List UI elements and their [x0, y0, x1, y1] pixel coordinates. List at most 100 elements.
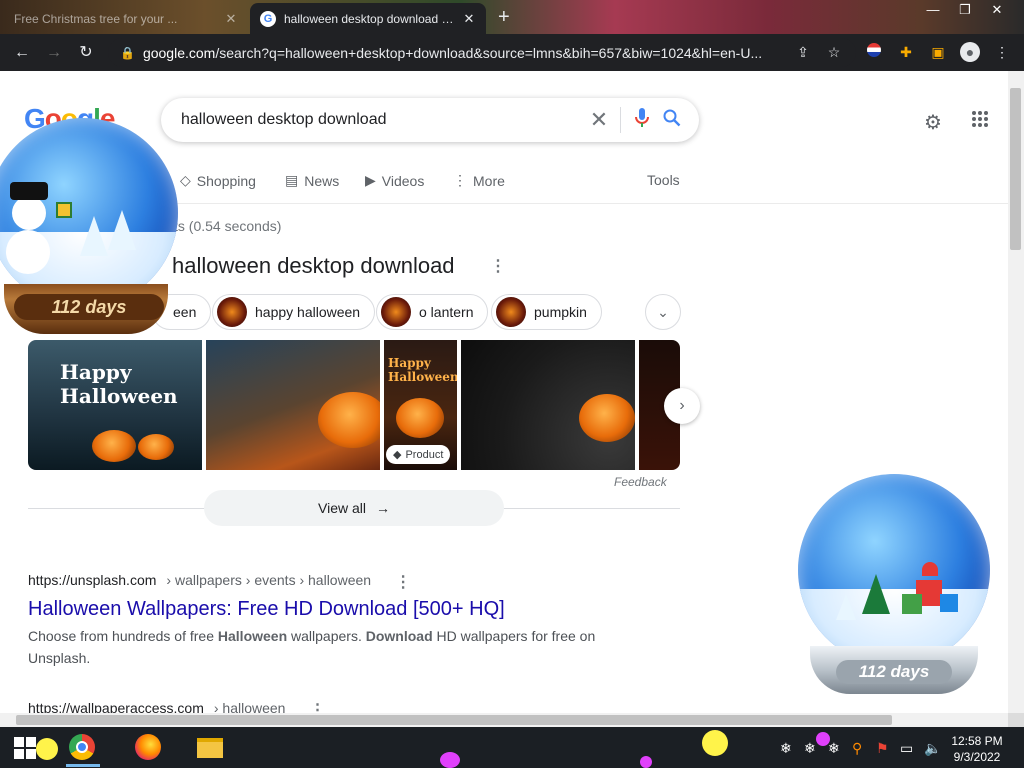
chip-thumbnail	[496, 297, 526, 327]
feedback-link[interactable]: Feedback	[614, 475, 667, 489]
snowman-head-icon	[12, 196, 46, 230]
days-countdown-right: 112 days	[836, 660, 952, 684]
news-icon: ▤	[285, 172, 299, 188]
video-icon: ▶	[365, 172, 376, 188]
tree-icon	[108, 210, 136, 250]
tab-title: halloween desktop download - G	[284, 11, 454, 26]
tools-button[interactable]: Tools	[647, 172, 680, 188]
back-button[interactable]: ←	[11, 42, 33, 64]
firefox-taskbar-icon[interactable]	[134, 734, 162, 762]
network-tray-icon[interactable]: ▭	[900, 740, 913, 757]
pumpkin-icon	[92, 430, 136, 462]
arrow-right-icon: →	[376, 500, 390, 516]
extensions-puzzle-icon[interactable]: ✚	[896, 42, 916, 62]
search-input[interactable]: halloween desktop download	[181, 111, 584, 129]
search-tray-icon[interactable]: ⚲	[852, 740, 862, 757]
chip-thumbnail	[381, 297, 411, 327]
file-explorer-taskbar-icon[interactable]	[196, 734, 224, 762]
vertical-scroll-thumb[interactable]	[1010, 88, 1021, 250]
maximize-button[interactable]: ❐	[950, 2, 980, 20]
lock-icon[interactable]: 🔒	[120, 46, 135, 60]
horizontal-scroll-thumb[interactable]	[16, 715, 892, 725]
result-stats: ts (0.54 seconds)	[174, 218, 282, 234]
tab-news[interactable]: ▤ News	[285, 172, 339, 189]
santa-hat-icon	[922, 562, 938, 576]
snowflake-tray-icon[interactable]: ❄	[828, 740, 840, 757]
bookmark-star-icon[interactable]: ☆	[824, 42, 844, 62]
search-box[interactable]: halloween desktop download ✕	[161, 98, 699, 142]
minimize-button[interactable]: —	[918, 2, 948, 20]
profile-avatar-icon[interactable]: ●	[960, 42, 980, 62]
flag-tray-icon[interactable]: ⚑	[876, 740, 889, 757]
tab-halloween-search[interactable]: G halloween desktop download - G ✕	[250, 3, 486, 34]
address-bar[interactable]: 🔒 google.com/search?q=halloween+desktop+…	[108, 38, 856, 67]
tab-shopping[interactable]: ◇ Shopping	[180, 172, 256, 189]
google-favicon-icon: G	[260, 10, 276, 27]
tab-label: More	[473, 172, 505, 189]
gift-icon	[940, 594, 958, 612]
image-result-1[interactable]: Happy Halloween	[28, 340, 202, 470]
scrollbar-corner	[1008, 713, 1024, 727]
tab-more[interactable]: ⋮ More	[453, 172, 505, 189]
snow-globe-left[interactable]	[0, 118, 178, 308]
search-divider	[620, 107, 621, 133]
close-tab-icon[interactable]: ✕	[224, 11, 238, 27]
extension-flag-icon[interactable]	[864, 42, 884, 62]
top-hat-icon	[10, 182, 48, 200]
new-tab-button[interactable]: +	[498, 6, 510, 29]
active-app-indicator	[66, 764, 100, 767]
taskbar-clock[interactable]: 12:58 PM 9/3/2022	[946, 733, 1008, 765]
chip-happy-halloween[interactable]: happy halloween	[212, 294, 376, 330]
chrome-taskbar-icon[interactable]	[68, 734, 96, 762]
chip-o-lantern[interactable]: o lantern	[376, 294, 489, 330]
result-menu-icon[interactable]: ⋮	[395, 572, 411, 592]
pumpkin-icon	[396, 398, 444, 438]
chip-pumpkin[interactable]: pumpkin	[491, 294, 602, 330]
pumpkin-icon	[579, 394, 635, 442]
view-all-button[interactable]: View all →	[204, 490, 504, 526]
result-1-breadcrumb[interactable]: https://unsplash.com › wallpapers › even…	[28, 572, 411, 592]
volume-tray-icon[interactable]: 🔈	[924, 740, 941, 757]
image-result-4[interactable]	[461, 340, 635, 470]
clear-search-icon[interactable]: ✕	[584, 107, 614, 133]
gift-icon	[56, 202, 72, 218]
decoration-bubble	[440, 752, 460, 768]
reload-button[interactable]: ↻	[75, 42, 97, 64]
decoration-bubble	[640, 756, 652, 768]
side-panel-icon[interactable]: ▣	[928, 42, 948, 62]
chip-scroll-right-icon[interactable]: ⌄	[645, 294, 681, 330]
snowman-icon	[6, 230, 50, 274]
forward-button[interactable]: →	[43, 42, 65, 64]
tab-label: Videos	[381, 172, 425, 189]
images-section-menu-icon[interactable]: ⋮	[490, 256, 506, 276]
settings-gear-icon[interactable]: ⚙	[924, 110, 942, 135]
snippet-text: wallpapers.	[287, 628, 366, 644]
more-icon: ⋮	[453, 172, 467, 188]
search-magnifier-icon[interactable]	[657, 109, 687, 132]
chip-thumbnail	[217, 297, 247, 327]
apps-grid-icon[interactable]	[971, 110, 989, 134]
close-tab-icon[interactable]: ✕	[462, 11, 476, 27]
pumpkin-icon	[318, 392, 380, 448]
images-next-arrow-icon[interactable]: ›	[664, 388, 700, 424]
windows-start-icon[interactable]	[14, 737, 36, 759]
result-site: https://unsplash.com	[28, 572, 157, 588]
close-window-button[interactable]: ✕	[982, 2, 1012, 20]
snippet-bold: Halloween	[217, 628, 288, 644]
snowflake-tray-icon[interactable]: ❄	[804, 740, 816, 757]
result-path: › wallpapers › events › halloween	[166, 572, 372, 588]
snippet-text: Choose from hundreds of free	[28, 628, 218, 644]
snow-globe-right[interactable]	[798, 474, 990, 666]
snowflake-tray-icon[interactable]: ❄	[780, 740, 792, 757]
share-icon[interactable]: ⇪	[793, 42, 813, 62]
chrome-menu-icon[interactable]: ⋮	[992, 42, 1012, 62]
tab-christmas-tree[interactable]: Free Christmas tree for your ... ✕	[4, 3, 248, 34]
pumpkin-icon	[138, 434, 174, 460]
view-all-label: View all	[318, 500, 366, 516]
clock-time: 12:58 PM	[951, 734, 1003, 748]
tab-videos[interactable]: ▶ Videos	[365, 172, 424, 189]
result-1-title-link[interactable]: Halloween Wallpapers: Free HD Download […	[28, 598, 505, 621]
image-result-2[interactable]	[206, 340, 380, 470]
microphone-icon[interactable]	[627, 107, 657, 133]
days-countdown-left: 112 days	[14, 294, 164, 320]
